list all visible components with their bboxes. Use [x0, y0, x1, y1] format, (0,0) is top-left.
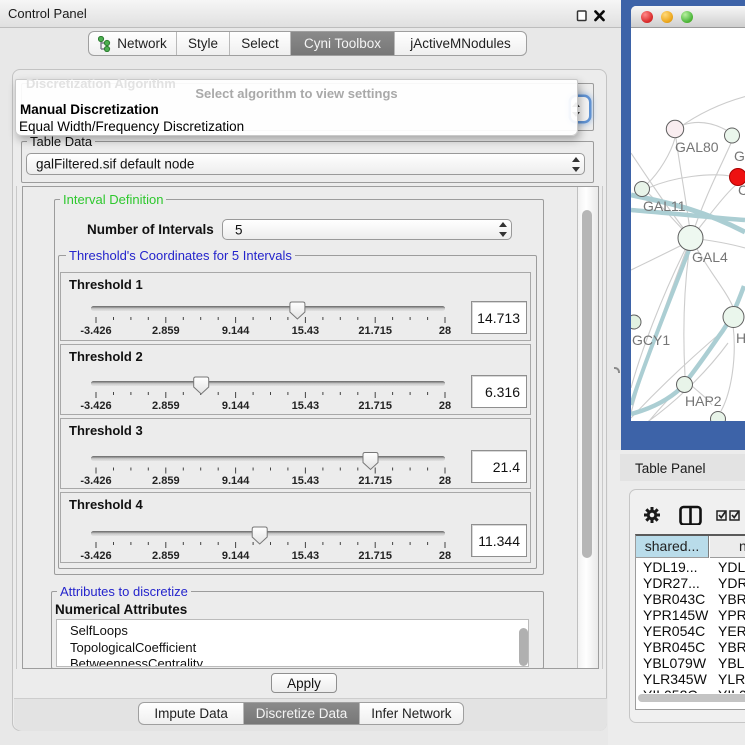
svg-text:GA: GA	[734, 148, 745, 164]
svg-text:GAL80: GAL80	[675, 139, 719, 155]
svg-text:GCY1: GCY1	[632, 332, 670, 348]
svg-text:C: C	[738, 182, 745, 198]
svg-text:GAL11: GAL11	[643, 198, 686, 214]
svg-text:GAL4: GAL4	[692, 249, 728, 265]
svg-text:H: H	[736, 330, 745, 346]
svg-text:HAP2: HAP2	[685, 393, 722, 409]
